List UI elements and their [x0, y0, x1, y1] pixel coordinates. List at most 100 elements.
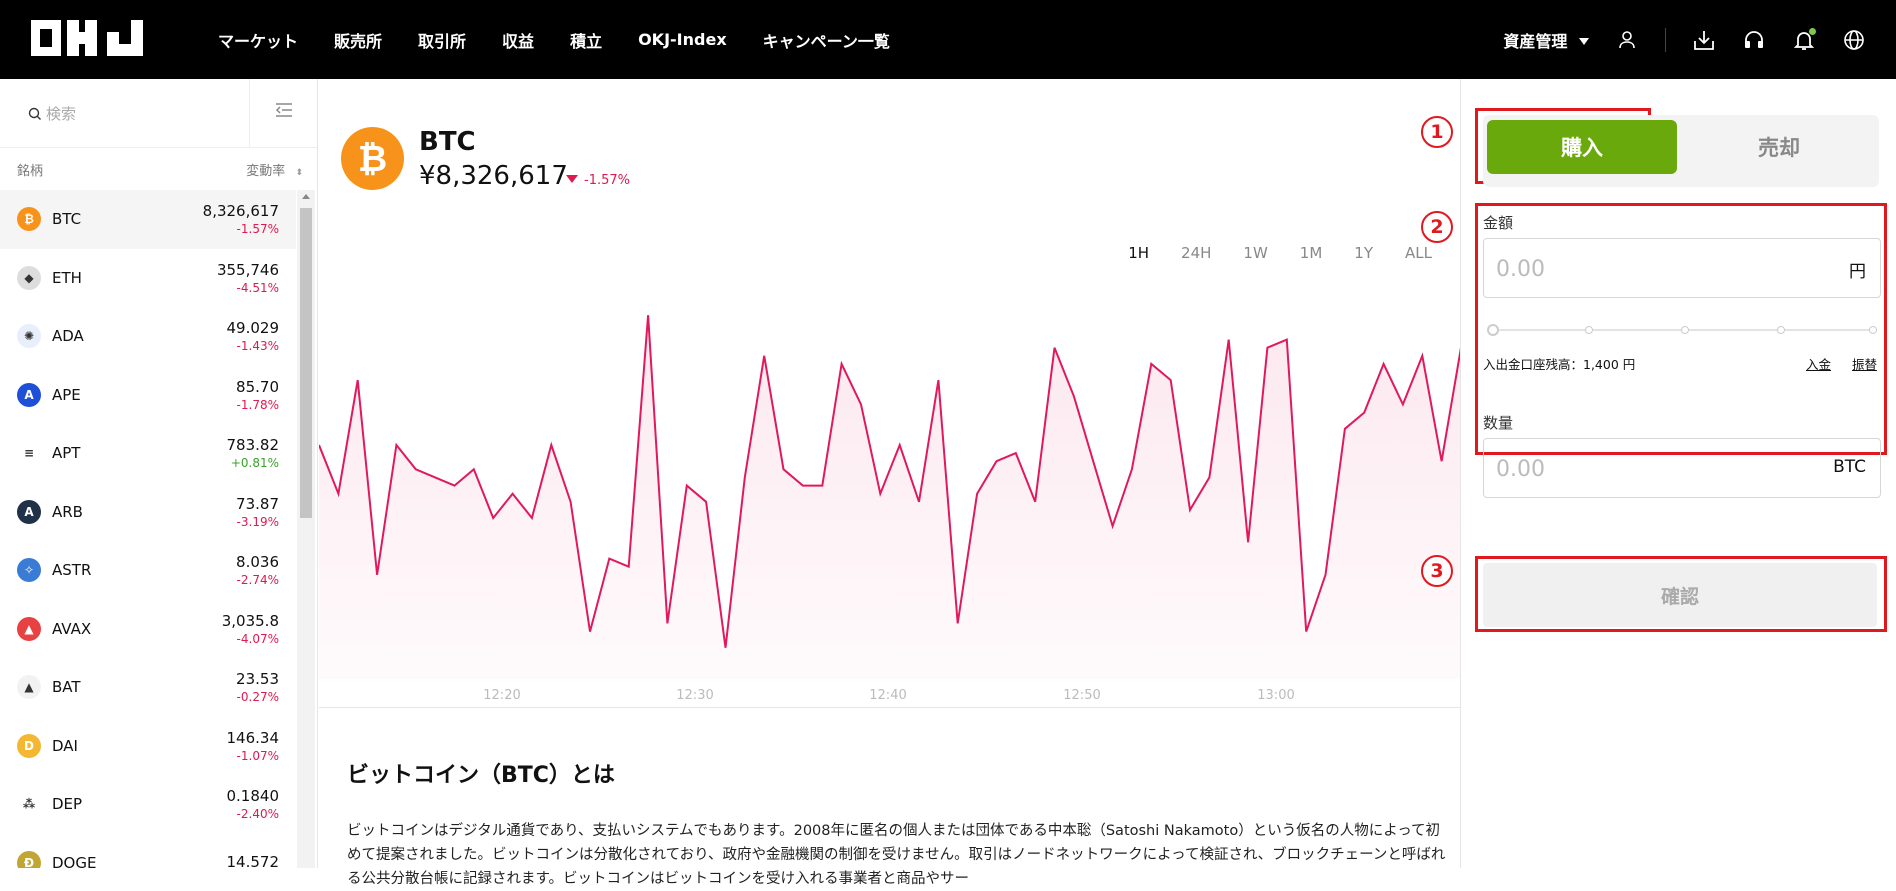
coin-row-dai[interactable]: D DAI 146.34 -1.07% — [0, 717, 296, 776]
coin-values: 49.029 -1.43% — [227, 319, 280, 353]
nav-dealer[interactable]: 販売所 — [334, 28, 382, 52]
quantity-field-box: BTC — [1483, 438, 1881, 498]
coin-row-ape[interactable]: A APE 85.70 -1.78% — [0, 366, 296, 425]
account-balance: 入出金口座残高：1,400 円 — [1483, 357, 1636, 372]
coin-row-bat[interactable]: ▲ BAT 23.53 -0.27% — [0, 658, 296, 717]
range-24h[interactable]: 24H — [1181, 244, 1211, 262]
coin-row-eth[interactable]: ◆ ETH 355,746 -4.51% — [0, 249, 296, 308]
download-icon[interactable] — [1692, 28, 1716, 52]
collapse-sidebar-icon[interactable] — [275, 101, 293, 123]
coin-row-price: 0.1840 — [226, 787, 280, 806]
slider-tick-100[interactable] — [1869, 326, 1877, 334]
quantity-input[interactable] — [1496, 453, 1796, 485]
dep-coin-icon: ⁂ — [17, 792, 41, 817]
sidebar-scrollbar[interactable] — [297, 190, 315, 868]
price-chart[interactable]: 12:20 12:30 12:40 12:50 13:00 — [319, 274, 1461, 794]
nav-recurring[interactable]: 積立 — [570, 28, 602, 52]
coin-values: 14.572 — [227, 853, 280, 868]
coin-values: 0.1840 -2.40% — [227, 787, 280, 821]
step-2-marker: 2 — [1421, 211, 1453, 243]
buy-tab[interactable]: 購入 — [1487, 120, 1677, 174]
range-1w[interactable]: 1W — [1243, 244, 1267, 262]
nav-market[interactable]: マーケット — [218, 28, 298, 52]
coin-row-doge[interactable]: Ð DOGE 14.572 — [0, 834, 296, 868]
coin-row-astr[interactable]: ✧ ASTR 8.036 -2.74% — [0, 541, 296, 600]
slider-tick-25[interactable] — [1585, 326, 1593, 334]
x-tick-label: 12:30 — [676, 688, 713, 703]
slider-tick-50[interactable] — [1681, 326, 1689, 334]
coin-row-price: 146.34 — [226, 728, 280, 747]
coin-name: ADA — [52, 327, 84, 346]
ape-coin-icon: A — [17, 382, 41, 407]
coin-row-dep[interactable]: ⁂ DEP 0.1840 -2.40% — [0, 775, 296, 834]
bitcoin-logo-icon: ₿ — [341, 127, 404, 190]
range-1y[interactable]: 1Y — [1354, 244, 1373, 262]
symbol-column-header: 銘柄 — [17, 163, 44, 179]
header-divider — [1665, 27, 1666, 52]
range-1m[interactable]: 1M — [1300, 244, 1323, 262]
slider-knob[interactable] — [1487, 324, 1499, 336]
confirm-button[interactable]: 確認 — [1483, 563, 1877, 627]
trade-panel: 1 購入 売却 2 金額 円 入出金口座残高：1,400 円 入金 振替 数量 … — [1421, 79, 1896, 868]
change-column-header[interactable]: 変動率 ⬍ — [246, 160, 303, 179]
dai-coin-icon: D — [17, 733, 41, 758]
search-input[interactable] — [28, 101, 228, 127]
asset-menu[interactable]: 資産管理 — [1503, 28, 1589, 52]
nav-campaigns[interactable]: キャンペーン一覧 — [763, 28, 890, 52]
doge-coin-icon: Ð — [17, 850, 41, 868]
slider-tick-75[interactable] — [1777, 326, 1785, 334]
globe-icon[interactable] — [1842, 28, 1866, 52]
sort-icon: ⬍ — [295, 167, 303, 178]
coin-values: 85.70 -1.78% — [236, 378, 279, 412]
user-icon[interactable] — [1615, 28, 1639, 52]
astr-coin-icon: ✧ — [17, 558, 41, 583]
x-tick-label: 12:50 — [1063, 688, 1100, 703]
coin-row-btc[interactable]: ₿ BTC 8,326,617 -1.57% — [0, 190, 296, 249]
coin-row-price: 783.82 — [226, 436, 280, 455]
transfer-link[interactable]: 振替 — [1852, 354, 1877, 373]
bat-coin-icon: ▲ — [17, 675, 41, 700]
coin-row-apt[interactable]: ≡ APT 783.82 +0.81% — [0, 424, 296, 483]
notification-dot — [1809, 27, 1816, 35]
x-tick-label: 12:20 — [483, 688, 520, 703]
coin-values: 355,746 -4.51% — [217, 261, 279, 295]
coin-row-ada[interactable]: ✺ ADA 49.029 -1.43% — [0, 307, 296, 366]
top-navbar: マーケット 販売所 取引所 収益 積立 OKJ-Index キャンペーン一覧 資… — [0, 0, 1896, 79]
step-3-marker: 3 — [1421, 555, 1453, 587]
coin-name: AVAX — [52, 619, 92, 638]
sell-tab[interactable]: 売却 — [1681, 120, 1877, 174]
headset-icon[interactable] — [1742, 28, 1766, 52]
change-column-label: 変動率 — [246, 163, 286, 179]
coin-name: BAT — [52, 678, 81, 697]
okj-logo[interactable] — [31, 20, 143, 56]
coin-row-change: -2.74% — [236, 573, 279, 588]
coin-row-avax[interactable]: ▲ AVAX 3,035.8 -4.07% — [0, 600, 296, 659]
coin-row-price: 8.036 — [236, 553, 279, 572]
coin-row-change: -1.57% — [236, 222, 279, 237]
nav-earn[interactable]: 収益 — [502, 28, 534, 52]
coin-name: ASTR — [52, 561, 92, 580]
chevron-down-icon — [1579, 37, 1589, 45]
amount-label: 金額 — [1483, 214, 1514, 232]
scroll-thumb[interactable] — [300, 208, 312, 518]
range-all[interactable]: ALL — [1405, 244, 1432, 262]
coin-name: DEP — [52, 795, 83, 814]
header-actions: 資産管理 — [1503, 0, 1866, 79]
scroll-up-arrow-icon[interactable] — [302, 194, 310, 199]
coin-row-price: 14.572 — [226, 852, 280, 868]
search-row — [0, 79, 317, 148]
ada-coin-icon: ✺ — [17, 324, 41, 349]
coin-price: ¥8,326,617 — [419, 161, 568, 191]
arb-coin-icon: A — [17, 499, 41, 524]
coin-values: 23.53 -0.27% — [236, 670, 279, 704]
coin-row-change: -1.07% — [236, 748, 279, 763]
range-1h[interactable]: 1H — [1128, 244, 1149, 262]
coin-row-arb[interactable]: A ARB 73.87 -3.19% — [0, 483, 296, 542]
deposit-link[interactable]: 入金 — [1806, 354, 1831, 373]
amount-slider[interactable] — [1487, 323, 1877, 337]
bell-icon[interactable] — [1792, 27, 1816, 52]
nav-exchange[interactable]: 取引所 — [418, 28, 466, 52]
nav-okj-index[interactable]: OKJ-Index — [638, 30, 727, 49]
coin-row-change: -1.78% — [236, 397, 279, 412]
amount-input[interactable] — [1496, 253, 1796, 285]
